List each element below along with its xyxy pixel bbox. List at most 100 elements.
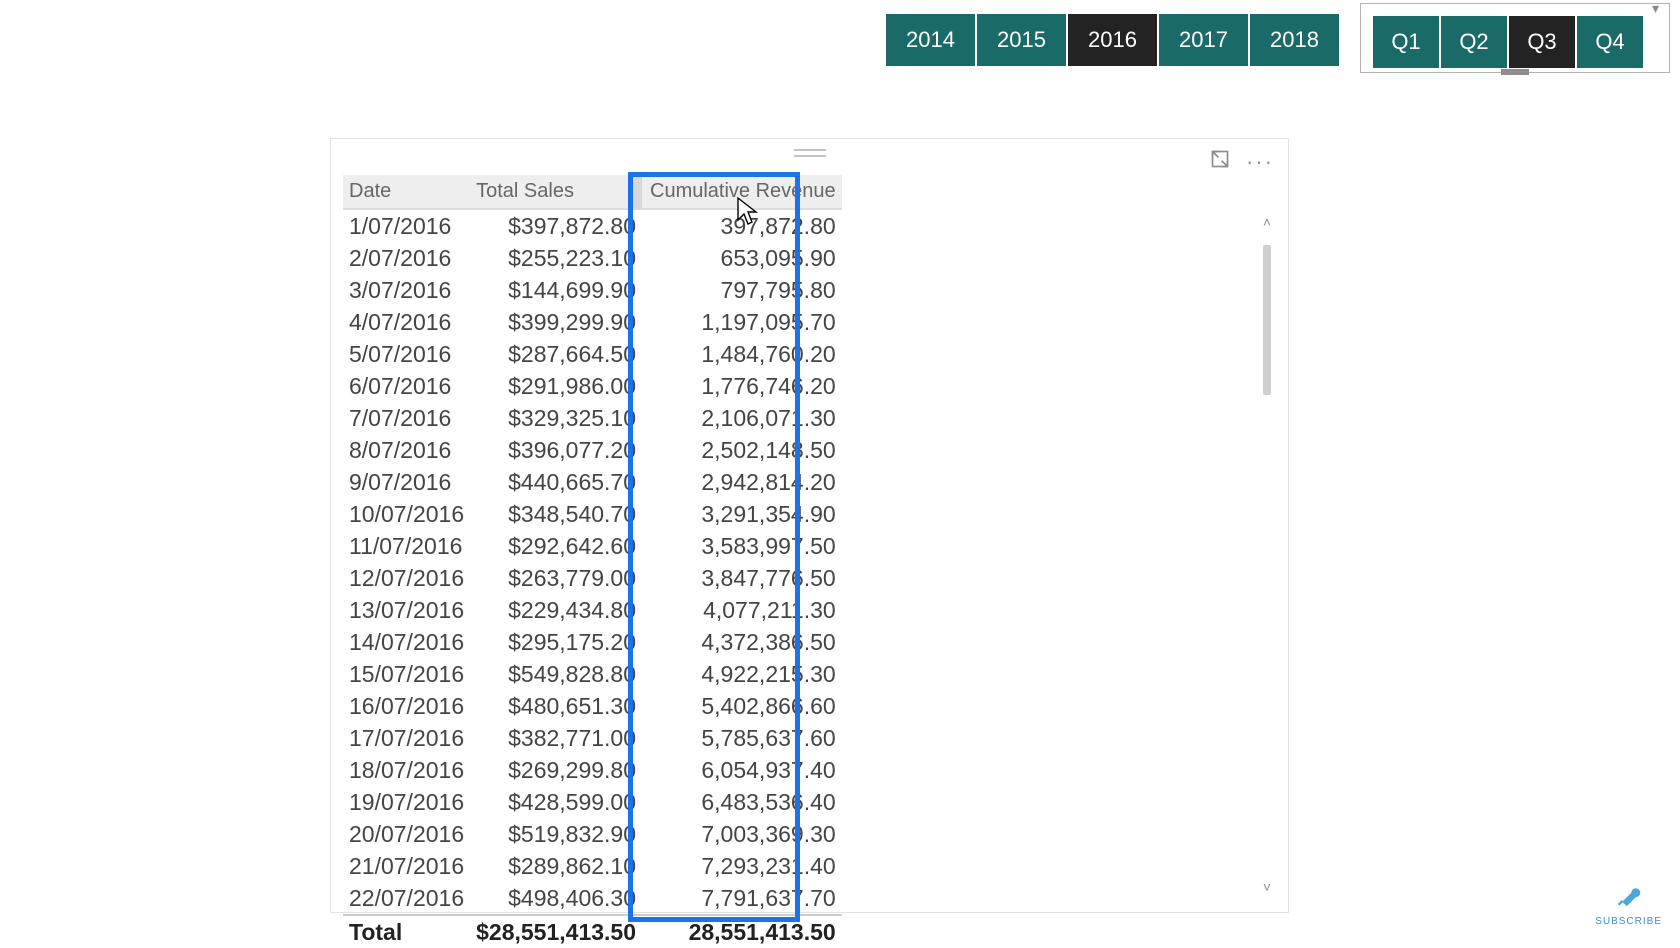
cell-cumulative-revenue: 7,791,637.70 (642, 882, 842, 915)
table-row[interactable]: 1/07/2016$397,872.80397,872.80 (343, 209, 842, 242)
scroll-down-icon[interactable]: ˅ (1260, 880, 1274, 894)
vertical-scrollbar[interactable]: ˄ ˅ (1260, 215, 1274, 894)
cell-date: 20/07/2016 (343, 818, 470, 850)
visual-drag-handle[interactable] (794, 149, 826, 157)
cell-total-sales: $382,771.00 (470, 722, 642, 754)
data-table: Date Total Sales Cumulative Revenue 1/07… (343, 175, 842, 948)
cell-total-sales: $287,664.50 (470, 338, 642, 370)
column-header-cumulative-revenue[interactable]: Cumulative Revenue (642, 175, 842, 209)
cell-date: 16/07/2016 (343, 690, 470, 722)
year-button-2015[interactable]: 2015 (977, 14, 1066, 66)
cell-date: 7/07/2016 (343, 402, 470, 434)
resize-grip[interactable] (1501, 69, 1529, 75)
table-row[interactable]: 6/07/2016$291,986.001,776,746.20 (343, 370, 842, 402)
table-row[interactable]: 22/07/2016$498,406.307,791,637.70 (343, 882, 842, 915)
cell-date: 19/07/2016 (343, 786, 470, 818)
table-row[interactable]: 7/07/2016$329,325.102,106,071.30 (343, 402, 842, 434)
cell-date: 2/07/2016 (343, 242, 470, 274)
quarter-button-q1[interactable]: Q1 (1373, 16, 1439, 68)
cell-date: 15/07/2016 (343, 658, 470, 690)
table-visual[interactable]: ··· Date Total Sales Cumulative Revenue … (330, 138, 1289, 913)
cell-date: 1/07/2016 (343, 209, 470, 242)
table-row[interactable]: 13/07/2016$229,434.804,077,211.30 (343, 594, 842, 626)
table-row[interactable]: 4/07/2016$399,299.901,197,095.70 (343, 306, 842, 338)
table-row[interactable]: 8/07/2016$396,077.202,502,148.50 (343, 434, 842, 466)
cell-total-sales: $440,665.70 (470, 466, 642, 498)
cell-total-sales: $263,779.00 (470, 562, 642, 594)
quarter-button-q3[interactable]: Q3 (1509, 16, 1575, 68)
table-row[interactable]: 15/07/2016$549,828.804,922,215.30 (343, 658, 842, 690)
cell-cumulative-revenue: 6,483,536.40 (642, 786, 842, 818)
year-button-2014[interactable]: 2014 (886, 14, 975, 66)
year-button-2018[interactable]: 2018 (1250, 14, 1339, 66)
cell-cumulative-revenue: 7,293,231.40 (642, 850, 842, 882)
cell-cumulative-revenue: 5,785,637.60 (642, 722, 842, 754)
table-row[interactable]: 5/07/2016$287,664.501,484,760.20 (343, 338, 842, 370)
table-total-row: Total $28,551,413.50 28,551,413.50 (343, 915, 842, 948)
table-row[interactable]: 11/07/2016$292,642.603,583,997.50 (343, 530, 842, 562)
table-row[interactable]: 14/07/2016$295,175.204,372,386.50 (343, 626, 842, 658)
subscribe-label: SUBSCRIBE (1595, 916, 1662, 927)
table-row[interactable]: 19/07/2016$428,599.006,483,536.40 (343, 786, 842, 818)
cell-total-sales: $519,832.90 (470, 818, 642, 850)
cell-date: 13/07/2016 (343, 594, 470, 626)
total-cumulative: 28,551,413.50 (642, 915, 842, 948)
table-row[interactable]: 2/07/2016$255,223.10653,095.90 (343, 242, 842, 274)
cell-date: 12/07/2016 (343, 562, 470, 594)
cell-cumulative-revenue: 3,847,776.50 (642, 562, 842, 594)
table-row[interactable]: 16/07/2016$480,651.305,402,866.60 (343, 690, 842, 722)
cell-total-sales: $144,699.90 (470, 274, 642, 306)
cell-total-sales: $498,406.30 (470, 882, 642, 915)
year-slicer: 2014 2015 2016 2017 2018 (886, 14, 1339, 66)
cell-cumulative-revenue: 7,003,369.30 (642, 818, 842, 850)
cell-date: 22/07/2016 (343, 882, 470, 915)
cell-cumulative-revenue: 5,402,866.60 (642, 690, 842, 722)
table-row[interactable]: 17/07/2016$382,771.005,785,637.60 (343, 722, 842, 754)
cell-cumulative-revenue: 1,776,746.20 (642, 370, 842, 402)
cell-date: 3/07/2016 (343, 274, 470, 306)
cell-total-sales: $397,872.80 (470, 209, 642, 242)
cell-total-sales: $396,077.20 (470, 434, 642, 466)
cell-date: 4/07/2016 (343, 306, 470, 338)
focus-mode-icon[interactable] (1210, 149, 1230, 175)
cell-cumulative-revenue: 4,077,211.30 (642, 594, 842, 626)
cell-date: 14/07/2016 (343, 626, 470, 658)
column-header-total-sales[interactable]: Total Sales (470, 175, 642, 209)
table-row[interactable]: 12/07/2016$263,779.003,847,776.50 (343, 562, 842, 594)
total-label: Total (343, 915, 470, 948)
table-row[interactable]: 21/07/2016$289,862.107,293,231.40 (343, 850, 842, 882)
table-row[interactable]: 20/07/2016$519,832.907,003,369.30 (343, 818, 842, 850)
table-row[interactable]: 18/07/2016$269,299.806,054,937.40 (343, 754, 842, 786)
pin-icon (1611, 877, 1647, 913)
cell-date: 6/07/2016 (343, 370, 470, 402)
cell-cumulative-revenue: 2,106,071.30 (642, 402, 842, 434)
cell-total-sales: $269,299.80 (470, 754, 642, 786)
year-button-2017[interactable]: 2017 (1159, 14, 1248, 66)
cell-cumulative-revenue: 653,095.90 (642, 242, 842, 274)
cell-cumulative-revenue: 1,484,760.20 (642, 338, 842, 370)
table-row[interactable]: 3/07/2016$144,699.90797,795.80 (343, 274, 842, 306)
scroll-thumb[interactable] (1263, 245, 1271, 395)
cell-cumulative-revenue: 797,795.80 (642, 274, 842, 306)
year-button-2016[interactable]: 2016 (1068, 14, 1157, 66)
cell-cumulative-revenue: 3,291,354.90 (642, 498, 842, 530)
cell-total-sales: $329,325.10 (470, 402, 642, 434)
cell-cumulative-revenue: 2,502,148.50 (642, 434, 842, 466)
total-sales: $28,551,413.50 (470, 915, 642, 948)
cell-total-sales: $291,986.00 (470, 370, 642, 402)
quarter-slicer[interactable]: ▾ Q1 Q2 Q3 Q4 (1360, 3, 1670, 73)
cell-date: 10/07/2016 (343, 498, 470, 530)
quarter-button-q4[interactable]: Q4 (1577, 16, 1643, 68)
subscribe-badge[interactable]: SUBSCRIBE (1595, 877, 1662, 927)
scroll-up-icon[interactable]: ˄ (1260, 215, 1274, 229)
cell-total-sales: $292,642.60 (470, 530, 642, 562)
cell-total-sales: $289,862.10 (470, 850, 642, 882)
table-row[interactable]: 10/07/2016$348,540.703,291,354.90 (343, 498, 842, 530)
column-header-date[interactable]: Date (343, 175, 470, 209)
table-row[interactable]: 9/07/2016$440,665.702,942,814.20 (343, 466, 842, 498)
more-options-icon[interactable]: ··· (1246, 149, 1274, 175)
quarter-button-q2[interactable]: Q2 (1441, 16, 1507, 68)
slicer-dropdown-icon[interactable]: ▾ (1652, 0, 1659, 17)
cell-date: 17/07/2016 (343, 722, 470, 754)
cell-cumulative-revenue: 6,054,937.40 (642, 754, 842, 786)
